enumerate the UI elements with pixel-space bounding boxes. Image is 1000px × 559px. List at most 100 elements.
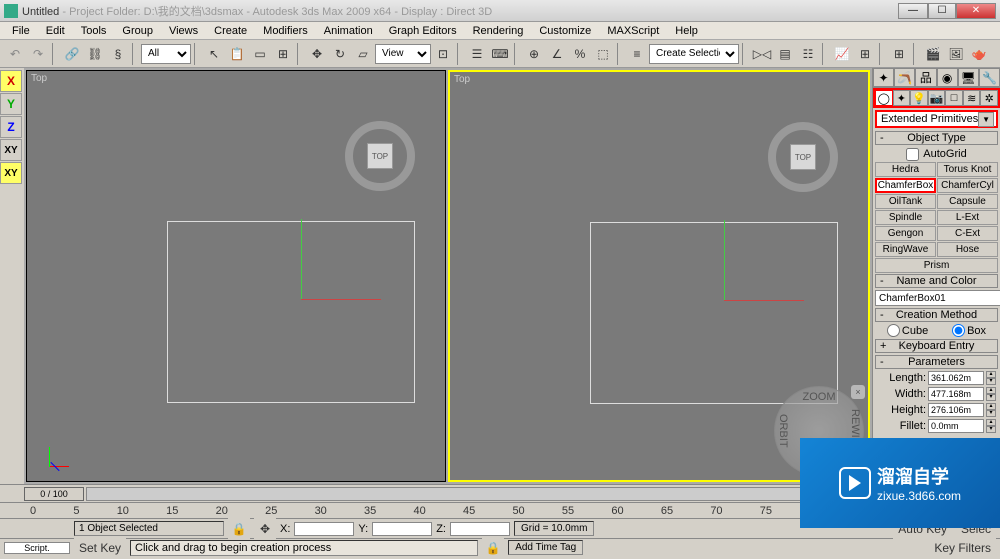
lights-button[interactable]: 💡 (910, 90, 928, 106)
named-selection-edit-button[interactable]: ≡ (626, 43, 648, 65)
render-button[interactable]: 🫖 (968, 43, 990, 65)
window-crossing-button[interactable]: ⊞ (272, 43, 294, 65)
transform-typein-icon[interactable]: ✥ (254, 518, 276, 540)
motion-tab[interactable]: ◉ (937, 68, 958, 87)
torusknot-button[interactable]: Torus Knot (937, 162, 998, 177)
setkey-button[interactable]: Set Key (74, 537, 126, 559)
maximize-button[interactable]: ☐ (928, 3, 956, 19)
viewport-left[interactable]: Top TOP (26, 70, 446, 482)
menu-rendering[interactable]: Rendering (465, 23, 532, 39)
hedra-button[interactable]: Hedra (875, 162, 936, 177)
use-center-button[interactable]: ⊡ (432, 43, 454, 65)
schematic-view-button[interactable]: ⊞ (854, 43, 876, 65)
cube-radio[interactable]: Cube (887, 324, 928, 337)
coord-z-input[interactable] (450, 522, 510, 536)
length-spinner[interactable]: 361.062m (928, 371, 984, 385)
category-dropdown[interactable]: Extended Primitives (875, 110, 998, 128)
percent-snap-button[interactable]: % (569, 43, 591, 65)
geometry-button[interactable]: ◯ (875, 90, 893, 106)
keyboard-shortcut-button[interactable]: ⌨ (489, 43, 511, 65)
cext-button[interactable]: C-Ext (937, 226, 998, 241)
select-button[interactable]: ↖ (203, 43, 225, 65)
redo-button[interactable]: ↷ (27, 43, 49, 65)
parameters-rollout[interactable]: -Parameters (875, 355, 998, 369)
menu-graph-editors[interactable]: Graph Editors (381, 23, 465, 39)
layers-button[interactable]: ☷ (797, 43, 819, 65)
keyfilters-button[interactable]: Key Filters (929, 537, 996, 559)
axis-x-button[interactable]: X (0, 70, 22, 92)
mirror-button[interactable]: ▷◁ (751, 43, 773, 65)
hierarchy-tab[interactable]: 品 (915, 68, 936, 87)
chamfercyl-button[interactable]: ChamferCyl (937, 178, 998, 193)
name-color-rollout[interactable]: -Name and Color (875, 274, 998, 288)
viewcube[interactable]: TOP ⌂ (768, 122, 838, 192)
named-selection-select[interactable]: Create Selection Set (649, 44, 739, 64)
menu-views[interactable]: Views (161, 23, 206, 39)
time-slider[interactable]: 0 / 100 (24, 487, 84, 501)
curve-editor-button[interactable]: 📈 (831, 43, 853, 65)
gengon-button[interactable]: Gengon (875, 226, 936, 241)
hose-button[interactable]: Hose (937, 242, 998, 257)
axis-xy2-button[interactable]: XY (0, 162, 22, 184)
spindle-button[interactable]: Spindle (875, 210, 936, 225)
menu-modifiers[interactable]: Modifiers (255, 23, 316, 39)
axis-y-button[interactable]: Y (0, 93, 22, 115)
snap-toggle-button[interactable]: ⊕ (523, 43, 545, 65)
select-by-name-button[interactable]: 📋 (226, 43, 248, 65)
menu-group[interactable]: Group (114, 23, 161, 39)
menu-create[interactable]: Create (206, 23, 255, 39)
selection-lock-button[interactable]: 🔒 (228, 518, 250, 540)
creation-method-rollout[interactable]: -Creation Method (875, 308, 998, 322)
systems-button[interactable]: ✲ (980, 90, 998, 106)
move-button[interactable]: ✥ (306, 43, 328, 65)
menu-edit[interactable]: Edit (38, 23, 73, 39)
scale-button[interactable]: ▱ (352, 43, 374, 65)
reference-coord-select[interactable]: View (375, 44, 431, 64)
width-spinner[interactable]: 477.168m (928, 387, 984, 401)
comm-center-icon[interactable]: 🔒 (482, 537, 504, 559)
keyboard-entry-rollout[interactable]: +Keyboard Entry (875, 339, 998, 353)
modify-tab[interactable]: 🪃 (894, 68, 915, 87)
align-button[interactable]: ▤ (774, 43, 796, 65)
helpers-button[interactable]: □ (945, 90, 963, 106)
cameras-button[interactable]: 📷 (928, 90, 946, 106)
prism-button[interactable]: Prism (875, 258, 998, 273)
axis-xy-button[interactable]: XY (0, 139, 22, 161)
viewcube-face[interactable]: TOP (367, 143, 393, 169)
unlink-button[interactable]: ⛓ (84, 43, 106, 65)
rotate-button[interactable]: ↻ (329, 43, 351, 65)
undo-button[interactable]: ↶ (4, 43, 26, 65)
create-tab[interactable]: ✦ (873, 68, 894, 87)
height-spinner[interactable]: 276.106m (928, 403, 984, 417)
select-region-button[interactable]: ▭ (249, 43, 271, 65)
box-radio[interactable]: Box (952, 324, 986, 337)
bind-spacewarp-button[interactable]: § (107, 43, 129, 65)
ringwave-button[interactable]: RingWave (875, 242, 936, 257)
autogrid-checkbox[interactable] (906, 148, 919, 161)
object-name-input[interactable] (875, 290, 1000, 306)
render-setup-button[interactable]: 🎬 (922, 43, 944, 65)
viewcube-face[interactable]: TOP (790, 144, 816, 170)
spinner-snap-button[interactable]: ⬚ (592, 43, 614, 65)
object-type-rollout[interactable]: -Object Type (875, 131, 998, 145)
lext-button[interactable]: L-Ext (937, 210, 998, 225)
render-frame-button[interactable]: 🖼 (945, 43, 967, 65)
manipulate-button[interactable]: ☰ (466, 43, 488, 65)
material-editor-button[interactable]: ⊞ (888, 43, 910, 65)
fillet-spinner[interactable]: 0.0mm (928, 419, 984, 433)
chamferbox-button[interactable]: ChamferBox (875, 178, 936, 193)
menu-file[interactable]: File (4, 23, 38, 39)
menu-tools[interactable]: Tools (73, 23, 115, 39)
axis-z-button[interactable]: Z (0, 116, 22, 138)
menu-customize[interactable]: Customize (531, 23, 599, 39)
utilities-tab[interactable]: 🔧 (979, 68, 1000, 87)
viewcube[interactable]: TOP (345, 121, 415, 191)
capsule-button[interactable]: Capsule (937, 194, 998, 209)
coord-y-input[interactable] (372, 522, 432, 536)
link-button[interactable]: 🔗 (61, 43, 83, 65)
spacewarps-button[interactable]: ≋ (963, 90, 981, 106)
display-tab[interactable]: 🖥 (958, 68, 979, 87)
steering-wheel-close-icon[interactable]: × (851, 385, 865, 399)
coord-x-input[interactable] (294, 522, 354, 536)
add-time-tag[interactable]: Add Time Tag (508, 540, 583, 555)
